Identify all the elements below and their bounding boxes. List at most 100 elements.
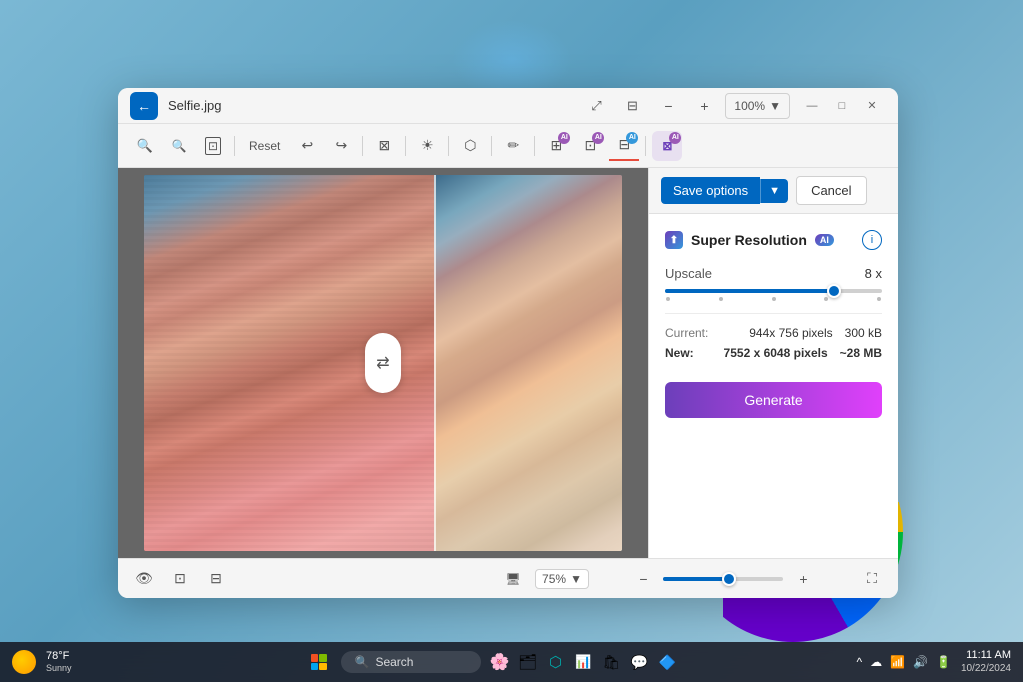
taskbar-flower-icon[interactable]: 🌸: [489, 651, 511, 673]
zoom-in-icon[interactable]: 🔍: [130, 131, 160, 161]
super-res-ai-icon[interactable]: ⊟ AI: [609, 131, 639, 161]
section-title-left: ⬆ Super Resolution AI: [665, 231, 834, 249]
current-size: 300 kB: [845, 326, 882, 340]
monitor-icon[interactable]: 🖥: [499, 565, 527, 593]
volume-icon[interactable]: 🔊: [911, 653, 930, 671]
clock-time: 11:11 AM: [966, 649, 1011, 662]
current-values: 944x 756 pixels 300 kB: [749, 326, 882, 340]
brightness-icon[interactable]: ☀: [412, 131, 442, 161]
upscale-label: Upscale: [665, 266, 712, 281]
generate-button[interactable]: Generate: [665, 382, 882, 418]
ai-label-badge: AI: [815, 234, 834, 246]
zoom-select[interactable]: 75% ▼: [535, 569, 589, 589]
upscale-slider-thumb[interactable]: [827, 284, 841, 298]
split-view-icon[interactable]: ⊟: [202, 565, 230, 593]
photo-right-panel: [434, 175, 622, 551]
system-clock[interactable]: 11:11 AM 10/22/2024: [961, 649, 1011, 674]
filter-icon[interactable]: ⬡: [455, 131, 485, 161]
image-canvas-area[interactable]: ⇄: [118, 168, 648, 558]
fullscreen-icon[interactable]: ⛶: [858, 565, 886, 593]
taskbar-extra-icon[interactable]: 🔷: [657, 651, 679, 673]
taskbar-store-icon[interactable]: 🛍: [601, 651, 623, 673]
split-handle[interactable]: ⇄: [365, 333, 401, 393]
upscale-value: 8 x: [865, 266, 882, 281]
weather-description: Sunny: [46, 663, 72, 674]
zoom-percent: 75%: [542, 572, 566, 586]
crop-icon[interactable]: ⊠: [369, 131, 399, 161]
zoom-out-icon[interactable]: 🔍: [164, 131, 194, 161]
undo-icon[interactable]: ↩: [292, 131, 322, 161]
upscale-slider[interactable]: [665, 289, 882, 293]
current-info-row: Current: 944x 756 pixels 300 kB: [665, 326, 882, 340]
maximize-button[interactable]: □: [828, 94, 856, 118]
taskbar-left: 78°F Sunny: [12, 650, 132, 674]
external-link-icon[interactable]: ⤢: [581, 91, 611, 121]
draw-icon[interactable]: ✏: [498, 131, 528, 161]
zoom-select-chevron: ▼: [570, 572, 582, 586]
slider-dot-1: [666, 297, 670, 301]
back-button[interactable]: ←: [130, 92, 158, 120]
taskbar-center: 🔍 Search 🌸 🗂 ⬡ 📊 🛍 💬 🔷: [132, 648, 851, 676]
erase-ai-icon[interactable]: ⊞ AI: [541, 131, 571, 161]
taskbar-files-icon[interactable]: 🗂: [517, 651, 539, 673]
side-panel-icon[interactable]: ⊟: [617, 91, 647, 121]
slider-dot-5: [877, 297, 881, 301]
taskbar-ms365-icon[interactable]: 📊: [573, 651, 595, 673]
save-options-group: Save options ▼: [661, 177, 788, 204]
separator-7: [645, 136, 646, 156]
cancel-button[interactable]: Cancel: [796, 176, 866, 205]
taskbar-teams-icon[interactable]: 💬: [629, 651, 651, 673]
separator-6: [534, 136, 535, 156]
split-divider: [434, 175, 436, 551]
separator-1: [234, 136, 235, 156]
windows-start-button[interactable]: [305, 648, 333, 676]
chevron-up-icon[interactable]: ^: [854, 653, 864, 671]
save-dropdown-button[interactable]: ▼: [760, 179, 788, 203]
minimize-button[interactable]: —: [798, 94, 826, 118]
save-options-button[interactable]: Save options: [661, 177, 760, 204]
layers-icon[interactable]: ⊡: [166, 565, 194, 593]
zoom-out-bottom-icon[interactable]: −: [629, 565, 657, 593]
win-logo-yellow: [319, 663, 327, 671]
section-title: Super Resolution: [691, 232, 807, 248]
win-logo-green: [319, 654, 327, 662]
panel-content: ⬆ Super Resolution AI i Upscale 8 x: [649, 214, 898, 558]
close-button[interactable]: ✕: [858, 94, 886, 118]
taskbar-right: ^ ☁ 📶 🔊 🔋 11:11 AM 10/22/2024: [851, 649, 1011, 674]
wifi-icon[interactable]: 📶: [888, 653, 907, 671]
zoom-out-title-icon[interactable]: −: [653, 91, 683, 121]
slider-dot-2: [719, 297, 723, 301]
new-values: 7552 x 6048 pixels ~28 MB: [724, 346, 882, 360]
taskbar-search[interactable]: 🔍 Search: [341, 651, 481, 673]
upscale-slider-fill: [665, 289, 834, 293]
bg-remove-ai-icon[interactable]: ⊡ AI: [575, 131, 605, 161]
right-panel: Save options ▼ Cancel ⬆ Super Resolution…: [648, 168, 898, 558]
photo-container: ⇄: [144, 175, 622, 551]
bottom-zoom-slider-fill: [663, 577, 729, 581]
separator-5: [491, 136, 492, 156]
battery-icon[interactable]: 🔋: [934, 653, 953, 671]
new-info-row: New: 7552 x 6048 pixels ~28 MB: [665, 346, 882, 360]
redo-icon[interactable]: ↪: [326, 131, 356, 161]
bottom-zoom-slider[interactable]: [663, 577, 783, 581]
info-icon[interactable]: i: [862, 230, 882, 250]
taskbar-edge-icon[interactable]: ⬡: [545, 651, 567, 673]
slider-tick-marks: [665, 297, 882, 301]
new-label: New:: [665, 346, 694, 360]
win-logo-blue: [311, 663, 319, 671]
main-content: ⇄ Save options ▼ Cancel ⬆ Super R: [118, 168, 898, 558]
bottom-zoom-slider-thumb[interactable]: [722, 572, 736, 586]
cloud-icon[interactable]: ☁: [868, 653, 884, 671]
image-canvas: ⇄: [118, 168, 648, 558]
zoom-in-title-icon[interactable]: +: [689, 91, 719, 121]
eye-icon[interactable]: 👁: [130, 565, 158, 593]
weather-display: 78°F Sunny: [46, 650, 72, 674]
reset-button[interactable]: Reset: [241, 135, 288, 157]
view-original-icon[interactable]: ⊡: [198, 131, 228, 161]
zoom-in-bottom-icon[interactable]: +: [789, 565, 817, 593]
main-toolbar: 🔍 🔍 ⊡ Reset ↩ ↪ ⊠ ☀ ⬡ ✏ ⊞ AI ⊡ AI ⊟ AI: [118, 124, 898, 168]
window-controls: — □ ✕: [798, 94, 886, 118]
compare-ai-icon[interactable]: ⊠ AI: [652, 131, 682, 161]
section-title-row: ⬆ Super Resolution AI i: [665, 230, 882, 250]
super-res-icon: ⬆: [665, 231, 683, 249]
